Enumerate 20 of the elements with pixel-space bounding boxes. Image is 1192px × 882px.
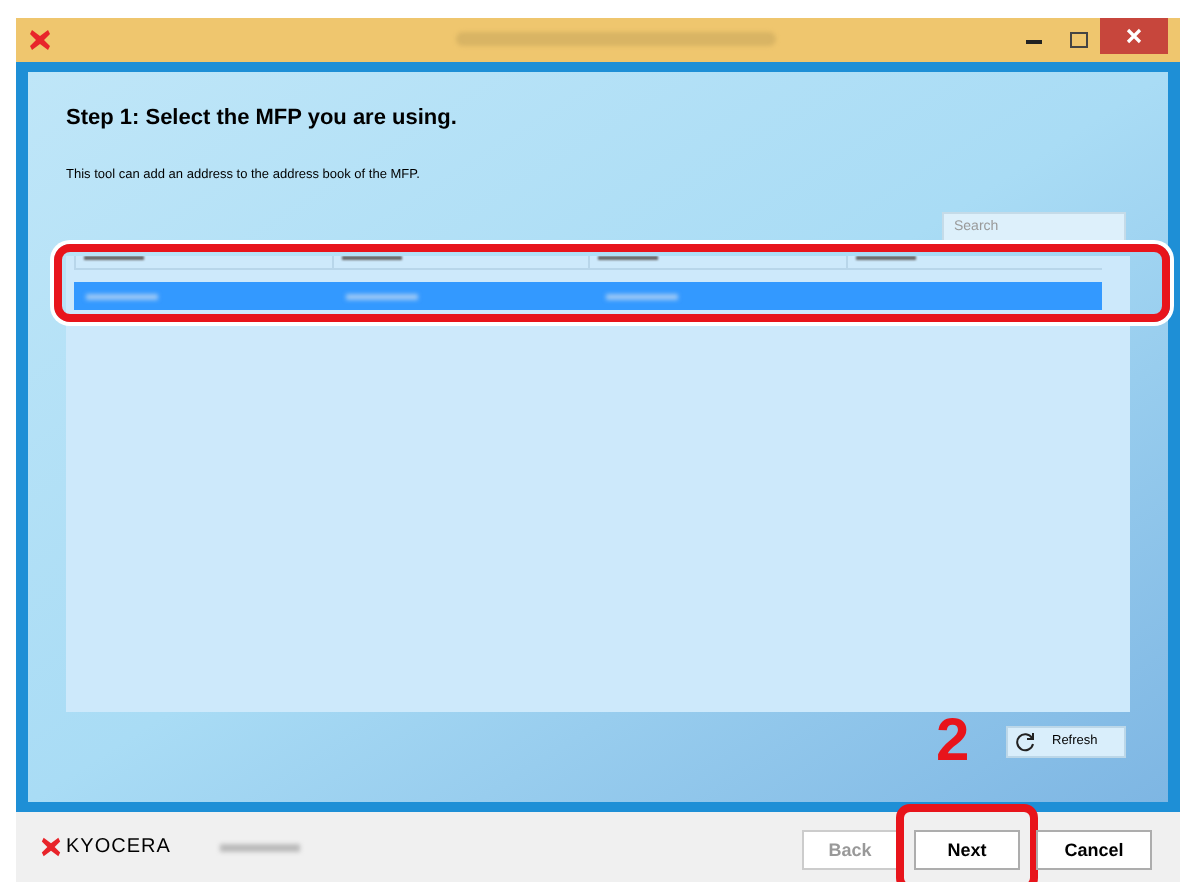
- blurred-cell-text: [346, 293, 418, 300]
- close-icon: [1126, 28, 1142, 44]
- kyocera-logo-icon: [40, 836, 62, 858]
- step-number-annotation: 2: [936, 712, 970, 772]
- wizard-button[interactable]: Next: [914, 830, 1020, 871]
- app-logo-icon: [28, 28, 52, 52]
- blurred-column-header: [84, 256, 144, 261]
- step-heading: Step 1: Select the MFP you are using.: [66, 104, 459, 134]
- blurred-cell-text: [606, 293, 678, 300]
- maximize-icon: [1069, 32, 1087, 48]
- minimize-icon: [1026, 37, 1042, 43]
- blurred-column-header: [855, 256, 915, 261]
- wizard-button[interactable]: Cancel: [1036, 830, 1152, 871]
- blurred-cell-text: [86, 293, 158, 300]
- blurred-column-header: [598, 256, 658, 261]
- blurred-version-text: [220, 843, 301, 851]
- brand-logo: KYOCERA: [66, 834, 171, 862]
- refresh-icon: [1016, 732, 1036, 753]
- blurred-column-header: [341, 256, 401, 261]
- close-button[interactable]: [1100, 18, 1168, 54]
